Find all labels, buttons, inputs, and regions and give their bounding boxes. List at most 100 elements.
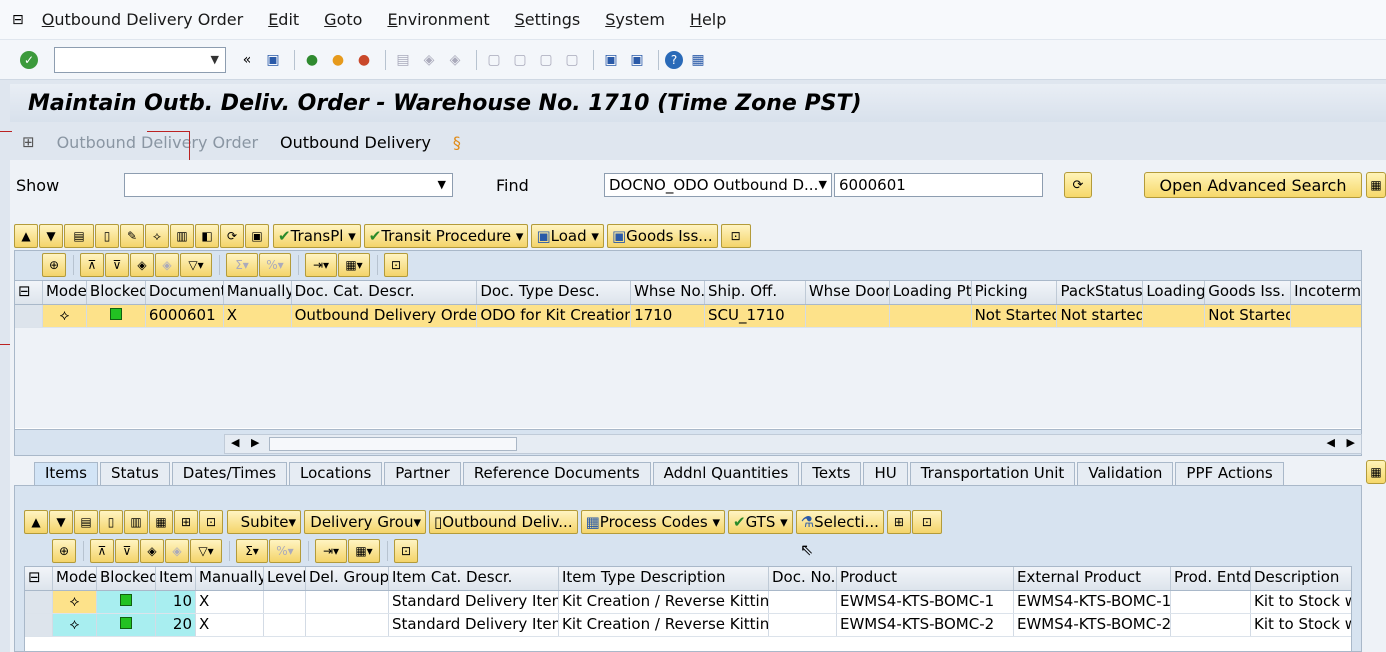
find-next-icon[interactable]: ◈: [165, 539, 189, 563]
export-icon[interactable]: ⇥▾: [315, 539, 347, 563]
layout-icon[interactable]: ▦▾: [338, 253, 370, 277]
col-item-type[interactable]: Item Type Description: [559, 567, 769, 590]
cell-loading[interactable]: [1143, 305, 1206, 327]
subitem-button[interactable]: Subite ▾: [227, 510, 301, 534]
details-icon[interactable]: ▤: [74, 510, 98, 534]
hierarchy-icon[interactable]: ⊡: [199, 510, 223, 534]
cell-level[interactable]: [264, 614, 306, 636]
tab-status[interactable]: Status: [99, 462, 170, 486]
cell-product[interactable]: EWMS4-KTS-BOMC-2: [837, 614, 1014, 636]
col-doc-no[interactable]: Doc. No.: [769, 567, 837, 590]
find-icon[interactable]: ◈: [140, 539, 164, 563]
col-manually[interactable]: Manually: [224, 281, 292, 304]
tab-reference-documents[interactable]: Reference Documents: [462, 462, 651, 486]
scroll-right-icon[interactable]: ▶: [251, 436, 259, 449]
cell-del-group[interactable]: [306, 591, 389, 613]
cell-prod-entd[interactable]: [1171, 614, 1251, 636]
cell-doc-type[interactable]: ODO for Kit Creation: [477, 305, 632, 327]
process-codes-button[interactable]: ▦ Process Codes ▾: [580, 510, 725, 534]
menu-outbound-delivery-order[interactable]: Outbound Delivery Order: [42, 10, 243, 29]
col-external-product[interactable]: External Product: [1014, 567, 1171, 590]
create-icon[interactable]: ▯: [99, 510, 123, 534]
col-incoterms[interactable]: Incoterms: [1291, 281, 1361, 304]
find-icon[interactable]: ◈: [418, 49, 440, 71]
next-page-icon[interactable]: ▢: [535, 49, 557, 71]
cell-document[interactable]: 6000601: [146, 305, 224, 327]
col-item-cat[interactable]: Item Cat. Descr.: [389, 567, 559, 590]
mode-icon[interactable]: ⟡: [53, 591, 97, 613]
display-icon[interactable]: ⊕: [42, 253, 66, 277]
col-manually[interactable]: Manually: [196, 567, 264, 590]
col-packstatus[interactable]: PackStatus: [1057, 281, 1144, 304]
menu-environment[interactable]: Environment: [387, 10, 489, 29]
tab-texts[interactable]: Texts: [801, 462, 862, 486]
col-doc-cat[interactable]: Doc. Cat. Descr.: [292, 281, 478, 304]
layout-icon[interactable]: ▦: [1366, 172, 1386, 198]
row-selector[interactable]: [15, 305, 43, 327]
col-level[interactable]: Level: [264, 567, 306, 590]
col-item[interactable]: Item: [156, 567, 196, 590]
customize-layout-icon[interactable]: ▦: [687, 49, 709, 71]
filter-icon[interactable]: ▽▾: [180, 253, 212, 277]
cell-doc-cat[interactable]: Outbound Delivery Order: [292, 305, 478, 327]
show-dropdown[interactable]: ▼: [124, 173, 453, 197]
layout-icon[interactable]: ▦▾: [348, 539, 380, 563]
scroll-icon[interactable]: §: [453, 133, 461, 152]
scroll-left-icon[interactable]: ◀: [231, 436, 239, 449]
cell-loading-pt[interactable]: [890, 305, 972, 327]
cell-doc-no[interactable]: [769, 591, 837, 613]
cell-packstatus[interactable]: Not started: [1057, 305, 1144, 327]
col-mode[interactable]: Mode: [43, 281, 87, 304]
sort-ascending-icon[interactable]: ⊼: [80, 253, 104, 277]
edit-icon[interactable]: ✎: [120, 224, 144, 248]
select-all-icon[interactable]: ⊟: [15, 281, 43, 304]
command-field[interactable]: ▼: [54, 46, 226, 73]
cancel-icon[interactable]: ●: [353, 49, 375, 71]
find-value-input[interactable]: 6000601: [834, 173, 1043, 197]
lock-icon[interactable]: ◧: [195, 224, 219, 248]
cell-doc-no[interactable]: [769, 614, 837, 636]
row-selector[interactable]: [25, 591, 53, 613]
outbound-delivery-order-button[interactable]: Outbound Delivery Order: [57, 133, 258, 152]
sort-ascending-icon[interactable]: ⊼: [90, 539, 114, 563]
table-row[interactable]: ⟡ 6000601 X Outbound Delivery Order ODO …: [15, 305, 1361, 328]
cell-manually[interactable]: X: [196, 591, 264, 613]
down-arrow-icon[interactable]: ▼: [49, 510, 73, 534]
create-icon[interactable]: ▯: [95, 224, 119, 248]
find-type-dropdown[interactable]: DOCNO_ODO Outbound D... ▼: [604, 173, 832, 197]
delete-icon[interactable]: ▥: [170, 224, 194, 248]
cell-description[interactable]: Kit to Stock w: [1251, 591, 1351, 613]
find-next-icon[interactable]: ◈: [444, 49, 466, 71]
sort-descending-icon[interactable]: ⊽: [105, 253, 129, 277]
delete-icon[interactable]: ▥: [124, 510, 148, 534]
split-icon[interactable]: ▦: [149, 510, 173, 534]
refresh-icon[interactable]: ⟳: [220, 224, 244, 248]
tab-validation[interactable]: Validation: [1077, 462, 1174, 486]
save-icon[interactable]: ▣: [262, 49, 284, 71]
upper-scrollbar[interactable]: ◀ ▶ ◀ ▶: [224, 434, 1362, 454]
enter-icon[interactable]: ✓: [20, 50, 38, 69]
cell-incoterms[interactable]: [1291, 305, 1361, 327]
table-row[interactable]: ⟡ 10 X Standard Delivery Item Kit Creati…: [25, 591, 1351, 614]
up-arrow-icon[interactable]: ▲: [24, 510, 48, 534]
delivery-group-button[interactable]: Delivery Grou ▾: [304, 510, 426, 534]
doc-flow-icon[interactable]: ⊞: [22, 133, 35, 151]
cell-whse-door[interactable]: [806, 305, 890, 327]
menu-system[interactable]: System: [605, 10, 665, 29]
select-all-icon[interactable]: ⊟: [25, 567, 53, 590]
col-ship-off[interactable]: Ship. Off.: [705, 281, 806, 304]
prev-page-icon[interactable]: ▢: [509, 49, 531, 71]
col-prod-entd[interactable]: Prod. Entd: [1171, 567, 1251, 590]
up-arrow-icon[interactable]: ▲: [14, 224, 38, 248]
filter-icon[interactable]: ▽▾: [190, 539, 222, 563]
menu-goto[interactable]: Goto: [324, 10, 362, 29]
cell-picking[interactable]: Not Started: [972, 305, 1058, 327]
exit-icon[interactable]: ●: [327, 49, 349, 71]
tab-transportation-unit[interactable]: Transportation Unit: [909, 462, 1076, 486]
col-description[interactable]: Description: [1251, 567, 1351, 590]
col-blocked[interactable]: Blocked: [87, 281, 146, 304]
open-advanced-search-button[interactable]: Open Advanced Search: [1144, 172, 1362, 198]
sum-icon[interactable]: Σ▾: [236, 539, 268, 563]
merge-icon[interactable]: ⊞: [174, 510, 198, 534]
col-whse-door[interactable]: Whse Door: [806, 281, 890, 304]
